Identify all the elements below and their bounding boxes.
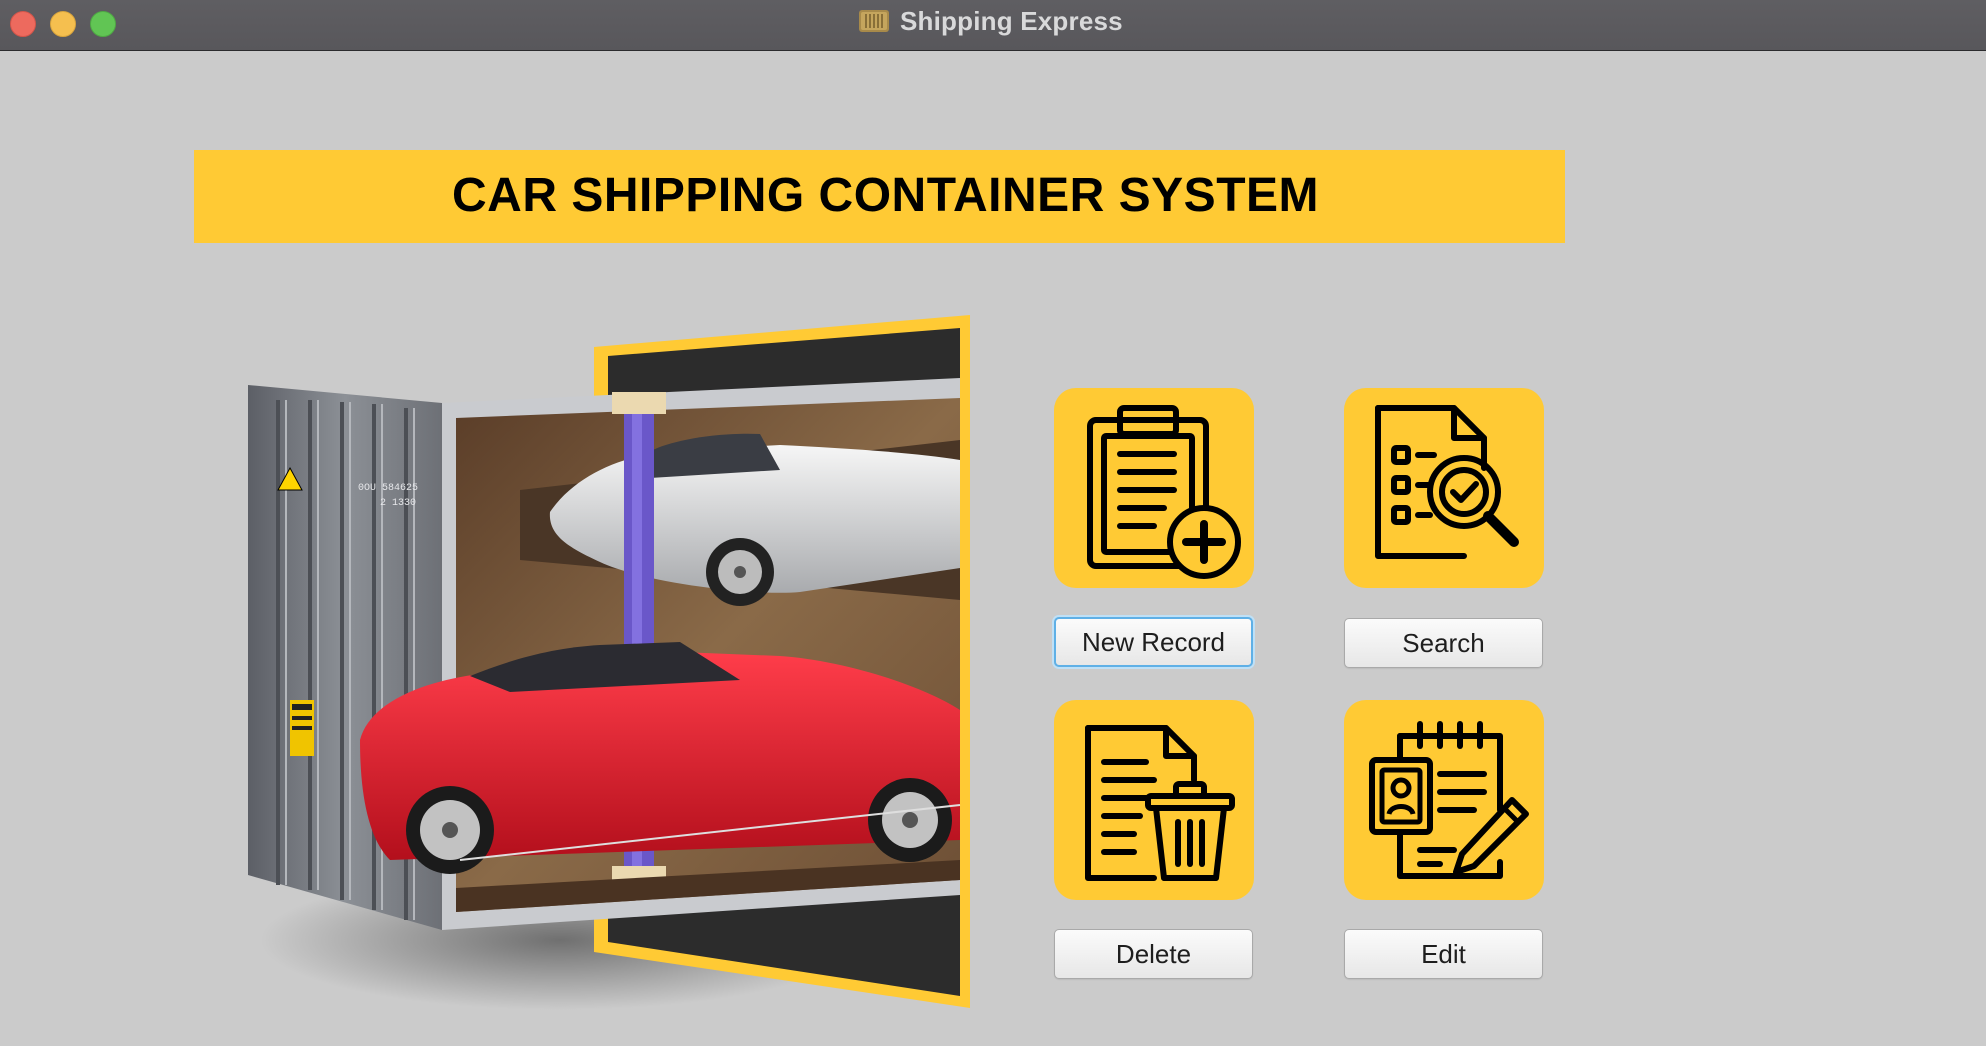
notebook-edit-icon (1369, 721, 1529, 879)
search-button[interactable]: Search (1344, 618, 1543, 668)
edit-button[interactable]: Edit (1344, 929, 1543, 979)
new-record-button[interactable]: New Record (1054, 617, 1253, 667)
window-title-group: Shipping Express (858, 0, 1123, 42)
container-with-cars-illustration: 0OU 584625 2 1330 (248, 315, 970, 1010)
app-window: Shipping Express CAR SHIPPING CONTAINER … (0, 0, 1986, 1046)
search-tile[interactable] (1344, 388, 1544, 588)
document-search-icon (1375, 405, 1519, 559)
document-delete-icon (1085, 725, 1235, 881)
delete-button[interactable]: Delete (1054, 929, 1253, 979)
header-banner: CAR SHIPPING CONTAINER SYSTEM (194, 150, 1565, 243)
svg-text:0OU 584625: 0OU 584625 (358, 483, 418, 494)
close-window-button[interactable] (10, 11, 36, 37)
page-title: CAR SHIPPING CONTAINER SYSTEM (452, 169, 1320, 222)
shipping-container-icon (859, 10, 889, 32)
svg-text:2 1330: 2 1330 (380, 498, 416, 509)
maximize-window-button[interactable] (90, 11, 116, 37)
minimize-window-button[interactable] (50, 11, 76, 37)
edit-tile[interactable] (1344, 700, 1544, 900)
delete-tile[interactable] (1054, 700, 1254, 900)
clipboard-add-icon (1087, 405, 1241, 579)
new-record-tile[interactable] (1054, 388, 1254, 588)
window-title: Shipping Express (900, 5, 1123, 36)
title-bar[interactable]: Shipping Express (0, 0, 1986, 51)
